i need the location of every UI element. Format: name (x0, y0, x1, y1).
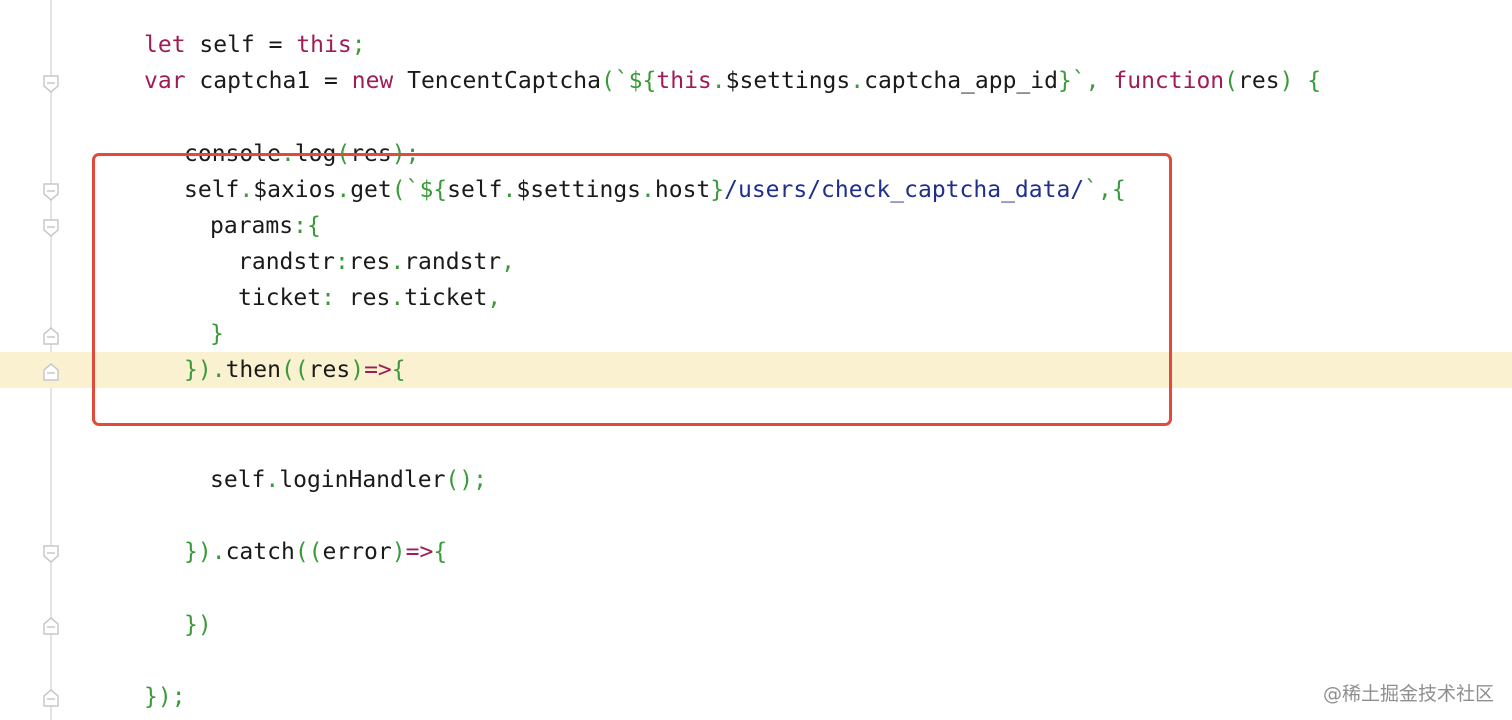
keyword: new (351, 68, 394, 94)
punctuation: . (211, 539, 226, 565)
identifier: res (1238, 68, 1280, 94)
identifier: loginHandler (279, 467, 446, 493)
identifier: error (322, 539, 392, 565)
code-line-2[interactable]: var captcha1 = new TencentCaptcha(`${thi… (144, 63, 1321, 99)
arrow-operator: => (405, 539, 434, 565)
code-line-13[interactable]: }); (144, 679, 186, 715)
fold-open-icon[interactable] (42, 182, 60, 202)
fold-open-icon[interactable] (42, 218, 60, 238)
fold-open-icon[interactable] (42, 74, 60, 94)
keyword: function (1113, 68, 1225, 94)
keyword: this (656, 68, 712, 94)
fold-close-icon[interactable] (42, 688, 60, 708)
punctuation: ) (391, 539, 406, 565)
keyword: var (144, 68, 186, 94)
identifier: self = (185, 32, 297, 58)
punctuation: . (711, 68, 726, 94)
fold-open-icon[interactable] (42, 544, 60, 564)
punctuation: ) { (1279, 68, 1322, 94)
punctuation: (); (445, 467, 487, 493)
fold-close-icon[interactable] (42, 326, 60, 346)
identifier: captcha1 = (185, 68, 352, 94)
watermark: @稀土掘金技术社区 (1322, 683, 1494, 705)
annotation-highlight-box (92, 153, 1172, 426)
punctuation: . (850, 68, 865, 94)
identifier: captcha_app_id (864, 68, 1058, 94)
code-line-10[interactable]: self.loginHandler(); (210, 462, 487, 498)
identifier: $settings (725, 68, 851, 94)
punctuation: }) (184, 539, 212, 565)
keyword: let (144, 32, 186, 58)
punctuation: . (265, 467, 280, 493)
code-line-1[interactable]: let self = this; (144, 27, 366, 63)
fold-close-icon[interactable] (42, 362, 60, 382)
punctuation: (( (294, 539, 323, 565)
punctuation: }); (144, 684, 186, 710)
code-line-12[interactable]: }) (184, 607, 212, 643)
punctuation: }) (184, 612, 212, 638)
identifier: self (210, 467, 266, 493)
fold-close-icon[interactable] (42, 616, 60, 636)
code-editor[interactable]: let self = this; var captcha1 = new Tenc… (0, 0, 1512, 720)
punctuation: }`, (1057, 68, 1114, 94)
keyword: this (296, 32, 352, 58)
punctuation: ( (1224, 68, 1239, 94)
code-line-11[interactable]: }).catch((error)=>{ (184, 534, 447, 570)
identifier: TencentCaptcha (393, 68, 601, 94)
punctuation: (`${ (600, 68, 657, 94)
punctuation: { (433, 539, 448, 565)
punctuation: ; (351, 32, 366, 58)
identifier: catch (225, 539, 295, 565)
